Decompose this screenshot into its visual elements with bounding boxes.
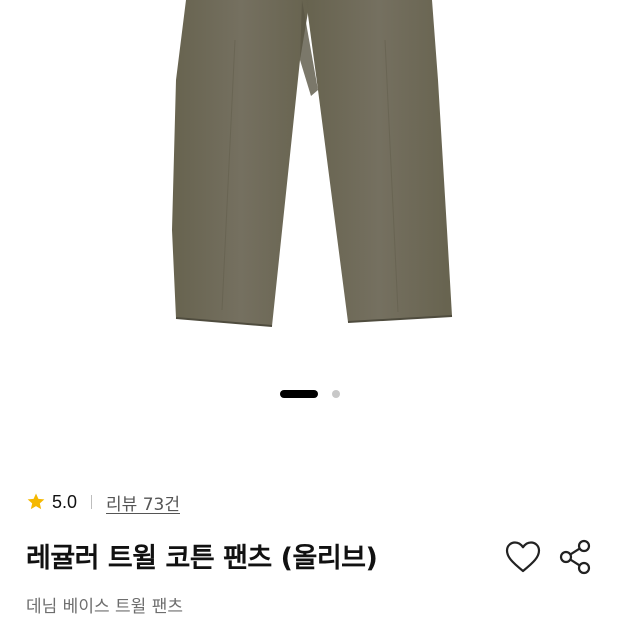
product-title: 레귤러 트윌 코튼 팬츠 (올리브) — [26, 543, 378, 574]
rating-score: 5.0 — [52, 491, 78, 512]
carousel-dot[interactable] — [332, 390, 340, 398]
pants-right-leg — [306, 0, 452, 322]
product-image[interactable] — [0, 0, 620, 360]
review-count-link[interactable]: 리뷰 73건 — [106, 490, 180, 515]
product-subtitle: 데님 베이스 트윌 팬츠 — [26, 597, 183, 617]
rating-row: 5.0 리뷰 73건 — [26, 488, 180, 516]
image-carousel-indicator — [0, 390, 620, 400]
rating-divider — [91, 495, 93, 509]
pants-illustration — [172, 0, 453, 327]
pants-left-leg — [172, 0, 310, 326]
product-detail-page: 5.0 리뷰 73건 레귤러 트윌 코튼 팬츠 (올리브) 데님 베이스 트윌 … — [0, 0, 620, 620]
star-icon — [27, 493, 45, 510]
share-icon — [559, 539, 591, 575]
carousel-dot-active[interactable] — [280, 390, 318, 398]
like-button[interactable] — [503, 538, 543, 578]
share-button[interactable] — [556, 538, 596, 578]
heart-outline-icon — [505, 541, 541, 573]
